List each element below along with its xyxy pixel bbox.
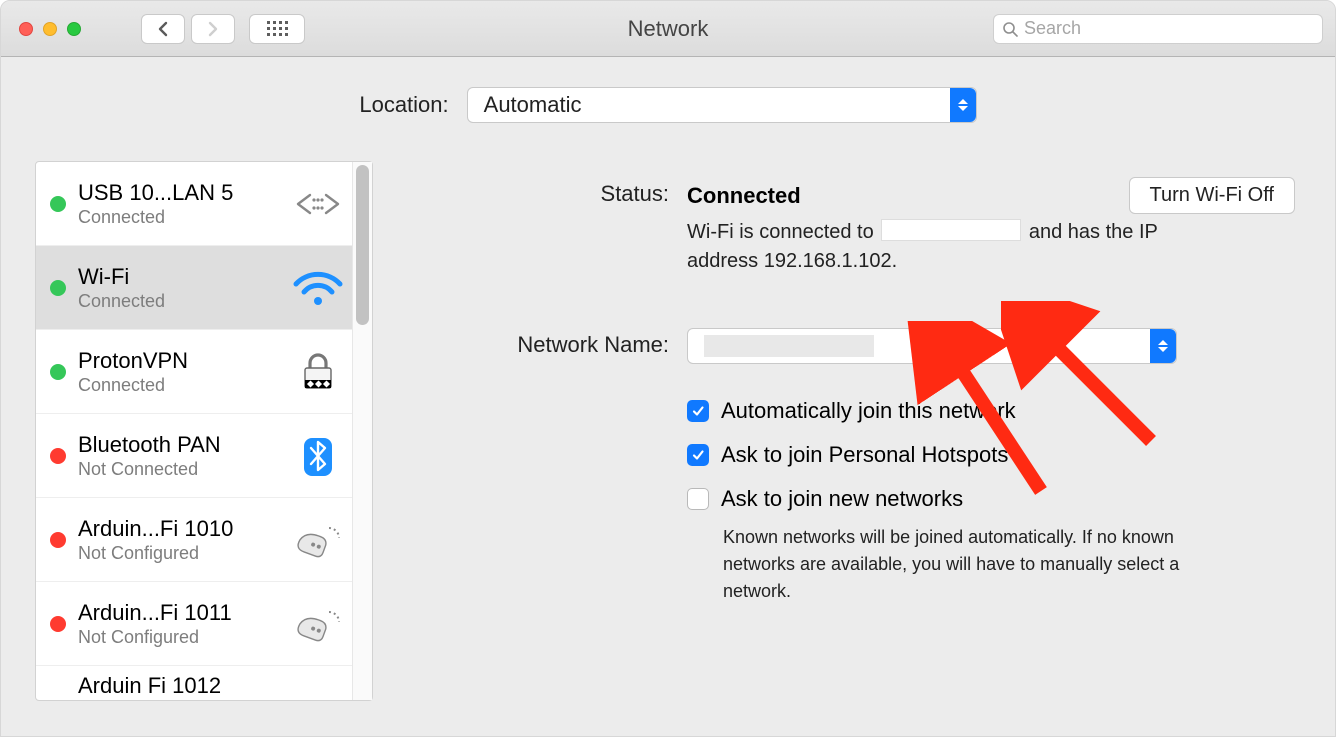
network-name-label: Network Name: <box>387 328 687 358</box>
status-label: Status: <box>387 177 687 207</box>
zoom-button[interactable] <box>67 22 81 36</box>
search-input[interactable] <box>1024 18 1314 39</box>
checkbox-icon <box>687 444 709 466</box>
forward-button[interactable] <box>191 14 235 44</box>
nav-buttons <box>141 14 235 44</box>
checkbox-icon <box>687 400 709 422</box>
back-button[interactable] <box>141 14 185 44</box>
network-item-name: Wi-Fi <box>78 263 278 291</box>
show-all-button[interactable] <box>249 14 305 44</box>
network-item-arduino-1012[interactable]: Arduin Fi 1012 <box>36 666 372 700</box>
close-button[interactable] <box>19 22 33 36</box>
search-icon <box>1002 21 1018 37</box>
ethernet-icon <box>290 181 346 227</box>
help-text: Known networks will be joined automatica… <box>723 524 1193 605</box>
redacted-network-name <box>704 335 874 357</box>
detail-pane: Status: Connected Turn Wi-Fi Off Wi-Fi i… <box>387 161 1301 701</box>
status-dot-icon <box>50 280 66 296</box>
network-item-status: Not Configured <box>78 626 278 649</box>
network-item-status: Connected <box>78 290 278 313</box>
checkbox-ask-hotspot[interactable]: Ask to join Personal Hotspots <box>687 442 1295 468</box>
status-description: Wi-Fi is connected to and has the IP add… <box>687 218 1227 276</box>
network-item-usb-lan[interactable]: USB 10...LAN 5 Connected <box>36 162 372 246</box>
redacted-ssid <box>881 219 1021 241</box>
network-item-name: ProtonVPN <box>78 347 278 375</box>
network-item-status: Not Configured <box>78 542 278 565</box>
checkbox-label: Ask to join Personal Hotspots <box>721 442 1008 468</box>
network-item-name: Arduin...Fi 1010 <box>78 515 278 543</box>
search-field[interactable] <box>993 14 1323 44</box>
checkbox-ask-new[interactable]: Ask to join new networks <box>687 486 1295 512</box>
wifi-icon <box>290 265 346 311</box>
network-item-name: Bluetooth PAN <box>78 431 278 459</box>
network-item-name: Arduin Fi 1012 <box>78 672 346 700</box>
status-dot-icon <box>50 364 66 380</box>
location-label: Location: <box>359 92 448 118</box>
network-item-name: USB 10...LAN 5 <box>78 179 278 207</box>
location-dropdown[interactable]: Automatic <box>467 87 977 123</box>
status-dot-icon <box>50 616 66 632</box>
grid-icon <box>267 21 288 36</box>
dropdown-stepper-icon <box>950 88 976 122</box>
checkbox-label: Automatically join this network <box>721 398 1016 424</box>
network-item-protonvpn[interactable]: ProtonVPN Connected <box>36 330 372 414</box>
status-dot-icon <box>50 448 66 464</box>
window-traffic-lights <box>19 22 81 36</box>
network-item-bluetooth-pan[interactable]: Bluetooth PAN Not Connected <box>36 414 372 498</box>
bluetooth-icon <box>290 433 346 479</box>
network-services-list: USB 10...LAN 5 Connected Wi-Fi Connected <box>35 161 373 701</box>
network-name-dropdown[interactable] <box>687 328 1177 364</box>
network-item-name: Arduin...Fi 1011 <box>78 599 278 627</box>
network-item-status: Connected <box>78 206 278 229</box>
turn-wifi-off-button[interactable]: Turn Wi-Fi Off <box>1129 177 1295 214</box>
modem-icon <box>290 601 346 647</box>
modem-icon <box>290 517 346 563</box>
dropdown-stepper-icon <box>1150 329 1176 363</box>
network-item-arduino-1011[interactable]: Arduin...Fi 1011 Not Configured <box>36 582 372 666</box>
status-value: Connected <box>687 183 801 209</box>
chevron-right-icon <box>206 21 220 37</box>
sidebar-scrollbar[interactable] <box>352 162 372 700</box>
network-item-status: Connected <box>78 374 278 397</box>
network-item-status: Not Connected <box>78 458 278 481</box>
window-title: Network <box>628 16 709 42</box>
network-item-wifi[interactable]: Wi-Fi Connected <box>36 246 372 330</box>
status-dot-icon <box>50 532 66 548</box>
scroll-thumb[interactable] <box>356 165 369 325</box>
chevron-left-icon <box>156 21 170 37</box>
minimize-button[interactable] <box>43 22 57 36</box>
checkbox-icon <box>687 488 709 510</box>
status-dot-icon <box>50 196 66 212</box>
checkbox-auto-join[interactable]: Automatically join this network <box>687 398 1295 424</box>
location-value: Automatic <box>484 92 582 118</box>
checkbox-label: Ask to join new networks <box>721 486 963 512</box>
window-toolbar: Network <box>1 1 1335 57</box>
lock-icon <box>290 349 346 395</box>
network-item-arduino-1010[interactable]: Arduin...Fi 1010 Not Configured <box>36 498 372 582</box>
